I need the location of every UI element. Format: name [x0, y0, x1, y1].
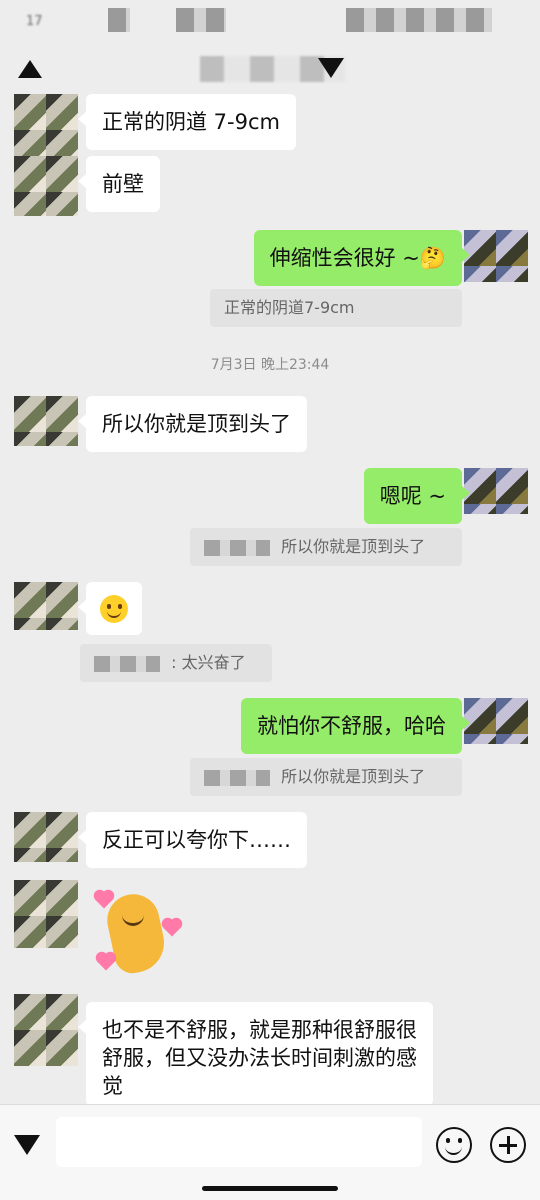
status-bar: 17: [0, 0, 540, 44]
quoted-reply[interactable]: 所以你就是顶到头了: [190, 528, 462, 566]
more-options-button[interactable]: [318, 54, 344, 80]
more-functions-button[interactable]: [490, 1127, 526, 1163]
chat-history[interactable]: 正常的阴道 7-9cm 前壁 伸缩性会很好 ~🤔 正常的阴道7-9cm 7月3日…: [0, 94, 540, 1104]
quoted-text: 所以你就是顶到头了: [281, 537, 426, 556]
heart-icon: [163, 919, 181, 937]
back-button[interactable]: [16, 56, 42, 80]
redacted-status-icons: [176, 8, 226, 32]
quoted-reply[interactable]: 正常的阴道7-9cm: [210, 289, 462, 327]
contact-avatar[interactable]: [14, 582, 78, 630]
signal-icon: [108, 8, 130, 32]
quoted-sender-redacted: [204, 769, 270, 786]
self-avatar[interactable]: [464, 230, 528, 282]
quoted-sender-redacted: [94, 655, 160, 672]
contact-avatar[interactable]: [14, 994, 78, 1066]
message-bubble[interactable]: 前壁: [78, 156, 160, 212]
battery-icon: [346, 8, 492, 32]
smiling-face-icon: [100, 595, 128, 623]
status-time: 17: [26, 14, 43, 29]
self-avatar[interactable]: [464, 698, 528, 744]
message-bubble[interactable]: 嗯呢 ~: [363, 468, 471, 524]
quoted-sender-redacted: [204, 539, 270, 556]
quoted-text: 所以你就是顶到头了: [281, 767, 426, 786]
self-avatar[interactable]: [464, 468, 528, 514]
home-indicator[interactable]: [202, 1186, 338, 1191]
quoted-reply[interactable]: 所以你就是顶到头了: [190, 758, 462, 796]
contact-avatar[interactable]: [14, 812, 78, 862]
message-bubble[interactable]: [78, 582, 142, 635]
quoted-text: : 太兴奋了: [171, 653, 246, 672]
heart-icon: [97, 953, 115, 971]
message-bubble[interactable]: 也不是不舒服，就是那种很舒服很 舒服，但又没办法长时间刺激的感 觉: [78, 1002, 433, 1104]
message-line: 觉: [102, 1074, 123, 1098]
message-line: 也不是不舒服，就是那种很舒服很: [102, 1018, 417, 1042]
quoted-text: 正常的阴道7-9cm: [224, 298, 355, 317]
message-bubble[interactable]: 伸缩性会很好 ~🤔: [253, 230, 471, 286]
contact-avatar[interactable]: [14, 396, 78, 446]
message-bubble[interactable]: 所以你就是顶到头了: [78, 396, 307, 452]
contact-avatar[interactable]: [14, 156, 78, 216]
message-bubble[interactable]: 就怕你不舒服，哈哈: [241, 698, 470, 754]
timestamp: 7月3日 晚上23:44: [210, 357, 330, 373]
contact-avatar[interactable]: [14, 880, 78, 948]
quoted-reply[interactable]: : 太兴奋了: [80, 644, 272, 682]
heart-sticker[interactable]: [92, 884, 184, 980]
message-input[interactable]: [56, 1117, 422, 1167]
message-bubble[interactable]: 反正可以夸你下……: [78, 812, 307, 868]
message-line: 舒服，但又没办法长时间刺激的感: [102, 1046, 417, 1070]
voice-input-button[interactable]: [14, 1131, 40, 1157]
nav-bar: [0, 44, 540, 94]
emoji-button[interactable]: [436, 1127, 472, 1163]
message-bubble[interactable]: 正常的阴道 7-9cm: [78, 94, 296, 150]
